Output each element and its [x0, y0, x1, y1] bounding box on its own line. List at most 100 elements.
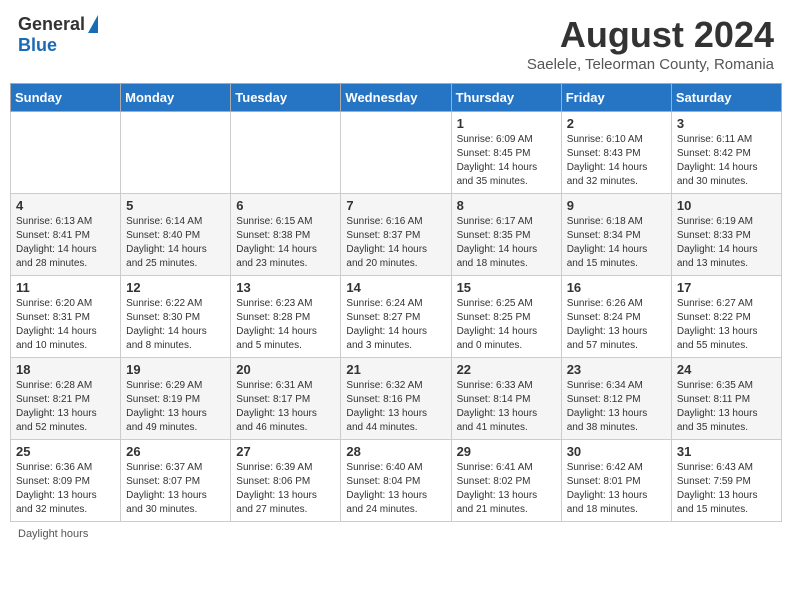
- day-number: 22: [457, 362, 556, 377]
- day-number: 18: [16, 362, 115, 377]
- calendar-day-header: Sunday: [11, 84, 121, 112]
- day-number: 11: [16, 280, 115, 295]
- day-number: 8: [457, 198, 556, 213]
- day-number: 6: [236, 198, 335, 213]
- day-number: 13: [236, 280, 335, 295]
- logo-text: General: [18, 14, 98, 35]
- day-info: Sunrise: 6:19 AM Sunset: 8:33 PM Dayligh…: [677, 215, 776, 271]
- day-number: 9: [567, 198, 666, 213]
- daylight-label: Daylight hours: [18, 528, 88, 540]
- day-info: Sunrise: 6:26 AM Sunset: 8:24 PM Dayligh…: [567, 297, 666, 353]
- day-info: Sunrise: 6:36 AM Sunset: 8:09 PM Dayligh…: [16, 461, 115, 517]
- day-info: Sunrise: 6:09 AM Sunset: 8:45 PM Dayligh…: [457, 133, 556, 189]
- calendar-day-cell: 18 Sunrise: 6:28 AM Sunset: 8:21 PM Dayli…: [11, 358, 121, 440]
- day-number: 27: [236, 444, 335, 459]
- day-info: Sunrise: 6:20 AM Sunset: 8:31 PM Dayligh…: [16, 297, 115, 353]
- day-info: Sunrise: 6:10 AM Sunset: 8:43 PM Dayligh…: [567, 133, 666, 189]
- day-number: 12: [126, 280, 225, 295]
- day-number: 1: [457, 116, 556, 131]
- calendar-day-cell: 8Sunrise: 6:17 AM Sunset: 8:35 PM Daylig…: [451, 194, 561, 276]
- day-number: 31: [677, 444, 776, 459]
- day-info: Sunrise: 6:31 AM Sunset: 8:17 PM Dayligh…: [236, 379, 335, 435]
- day-info: Sunrise: 6:35 AM Sunset: 8:11 PM Dayligh…: [677, 379, 776, 435]
- day-number: 3: [677, 116, 776, 131]
- calendar-day-cell: 15 Sunrise: 6:25 AM Sunset: 8:25 PM Dayli…: [451, 276, 561, 358]
- day-info: Sunrise: 6:29 AM Sunset: 8:19 PM Dayligh…: [126, 379, 225, 435]
- day-number: 28: [346, 444, 445, 459]
- calendar-day-cell: 20 Sunrise: 6:31 AM Sunset: 8:17 PM Dayli…: [231, 358, 341, 440]
- calendar-day-cell: 30 Sunrise: 6:42 AM Sunset: 8:01 PM Dayli…: [561, 440, 671, 522]
- day-number: 16: [567, 280, 666, 295]
- day-info: Sunrise: 6:32 AM Sunset: 8:16 PM Dayligh…: [346, 379, 445, 435]
- calendar-day-cell: 19Sunrise: 6:29 AM Sunset: 8:19 PM Dayli…: [121, 358, 231, 440]
- calendar-day-cell: 16 Sunrise: 6:26 AM Sunset: 8:24 PM Dayli…: [561, 276, 671, 358]
- day-info: Sunrise: 6:25 AM Sunset: 8:25 PM Dayligh…: [457, 297, 556, 353]
- calendar-header-row: SundayMondayTuesdayWednesdayThursdayFrid…: [11, 84, 782, 112]
- calendar-day-cell: 6 Sunrise: 6:15 AM Sunset: 8:38 PM Daylig…: [231, 194, 341, 276]
- day-number: 4: [16, 198, 115, 213]
- calendar-day-header: Wednesday: [341, 84, 451, 112]
- logo: General Blue: [18, 14, 98, 56]
- calendar-day-cell: 21Sunrise: 6:32 AM Sunset: 8:16 PM Dayli…: [341, 358, 451, 440]
- calendar-day-cell: [11, 112, 121, 194]
- day-info: Sunrise: 6:15 AM Sunset: 8:38 PM Dayligh…: [236, 215, 335, 271]
- day-number: 14: [346, 280, 445, 295]
- calendar-table: SundayMondayTuesdayWednesdayThursdayFrid…: [10, 83, 782, 522]
- logo-blue-text: Blue: [18, 35, 57, 56]
- calendar-day-cell: 17Sunrise: 6:27 AM Sunset: 8:22 PM Dayli…: [671, 276, 781, 358]
- calendar-day-header: Thursday: [451, 84, 561, 112]
- calendar-day-cell: 25Sunrise: 6:36 AM Sunset: 8:09 PM Dayli…: [11, 440, 121, 522]
- calendar-week-row: 11 Sunrise: 6:20 AM Sunset: 8:31 PM Dayli…: [11, 276, 782, 358]
- day-number: 20: [236, 362, 335, 377]
- day-number: 17: [677, 280, 776, 295]
- calendar-day-cell: 27 Sunrise: 6:39 AM Sunset: 8:06 PM Dayli…: [231, 440, 341, 522]
- day-info: Sunrise: 6:42 AM Sunset: 8:01 PM Dayligh…: [567, 461, 666, 517]
- day-info: Sunrise: 6:14 AM Sunset: 8:40 PM Dayligh…: [126, 215, 225, 271]
- day-info: Sunrise: 6:22 AM Sunset: 8:30 PM Dayligh…: [126, 297, 225, 353]
- calendar-day-cell: 10Sunrise: 6:19 AM Sunset: 8:33 PM Dayli…: [671, 194, 781, 276]
- calendar-day-cell: 3 Sunrise: 6:11 AM Sunset: 8:42 PM Daylig…: [671, 112, 781, 194]
- calendar-day-cell: 12 Sunrise: 6:22 AM Sunset: 8:30 PM Dayli…: [121, 276, 231, 358]
- footer: Daylight hours: [10, 528, 782, 540]
- day-info: Sunrise: 6:11 AM Sunset: 8:42 PM Dayligh…: [677, 133, 776, 189]
- calendar-week-row: 18 Sunrise: 6:28 AM Sunset: 8:21 PM Dayli…: [11, 358, 782, 440]
- calendar-day-cell: 13Sunrise: 6:23 AM Sunset: 8:28 PM Dayli…: [231, 276, 341, 358]
- logo-triangle-icon: [88, 15, 98, 33]
- day-info: Sunrise: 6:24 AM Sunset: 8:27 PM Dayligh…: [346, 297, 445, 353]
- calendar-week-row: 4 Sunrise: 6:13 AM Sunset: 8:41 PM Daylig…: [11, 194, 782, 276]
- calendar-day-header: Monday: [121, 84, 231, 112]
- calendar-day-cell: 14 Sunrise: 6:24 AM Sunset: 8:27 PM Dayli…: [341, 276, 451, 358]
- day-number: 29: [457, 444, 556, 459]
- logo-general-text: General: [18, 14, 85, 35]
- page-header: General Blue August 2024 Saelele, Teleor…: [10, 10, 782, 77]
- calendar-day-cell: 2 Sunrise: 6:10 AM Sunset: 8:43 PM Daylig…: [561, 112, 671, 194]
- day-number: 23: [567, 362, 666, 377]
- main-title: August 2024: [527, 14, 774, 56]
- calendar-day-cell: 4 Sunrise: 6:13 AM Sunset: 8:41 PM Daylig…: [11, 194, 121, 276]
- calendar-day-cell: [121, 112, 231, 194]
- subtitle: Saelele, Teleorman County, Romania: [527, 56, 774, 73]
- day-info: Sunrise: 6:39 AM Sunset: 8:06 PM Dayligh…: [236, 461, 335, 517]
- day-info: Sunrise: 6:33 AM Sunset: 8:14 PM Dayligh…: [457, 379, 556, 435]
- day-number: 24: [677, 362, 776, 377]
- day-info: Sunrise: 6:28 AM Sunset: 8:21 PM Dayligh…: [16, 379, 115, 435]
- day-info: Sunrise: 6:37 AM Sunset: 8:07 PM Dayligh…: [126, 461, 225, 517]
- day-info: Sunrise: 6:43 AM Sunset: 7:59 PM Dayligh…: [677, 461, 776, 517]
- calendar-day-cell: 26 Sunrise: 6:37 AM Sunset: 8:07 PM Dayli…: [121, 440, 231, 522]
- day-number: 30: [567, 444, 666, 459]
- calendar-day-cell: 23 Sunrise: 6:34 AM Sunset: 8:12 PM Dayli…: [561, 358, 671, 440]
- calendar-day-cell: 11 Sunrise: 6:20 AM Sunset: 8:31 PM Dayli…: [11, 276, 121, 358]
- calendar-day-header: Friday: [561, 84, 671, 112]
- day-number: 7: [346, 198, 445, 213]
- day-number: 26: [126, 444, 225, 459]
- day-info: Sunrise: 6:34 AM Sunset: 8:12 PM Dayligh…: [567, 379, 666, 435]
- day-info: Sunrise: 6:41 AM Sunset: 8:02 PM Dayligh…: [457, 461, 556, 517]
- day-number: 15: [457, 280, 556, 295]
- calendar-week-row: 1 Sunrise: 6:09 AM Sunset: 8:45 PM Daylig…: [11, 112, 782, 194]
- calendar-day-cell: [341, 112, 451, 194]
- calendar-day-cell: 22 Sunrise: 6:33 AM Sunset: 8:14 PM Dayli…: [451, 358, 561, 440]
- day-info: Sunrise: 6:40 AM Sunset: 8:04 PM Dayligh…: [346, 461, 445, 517]
- day-number: 2: [567, 116, 666, 131]
- day-info: Sunrise: 6:16 AM Sunset: 8:37 PM Dayligh…: [346, 215, 445, 271]
- day-info: Sunrise: 6:13 AM Sunset: 8:41 PM Dayligh…: [16, 215, 115, 271]
